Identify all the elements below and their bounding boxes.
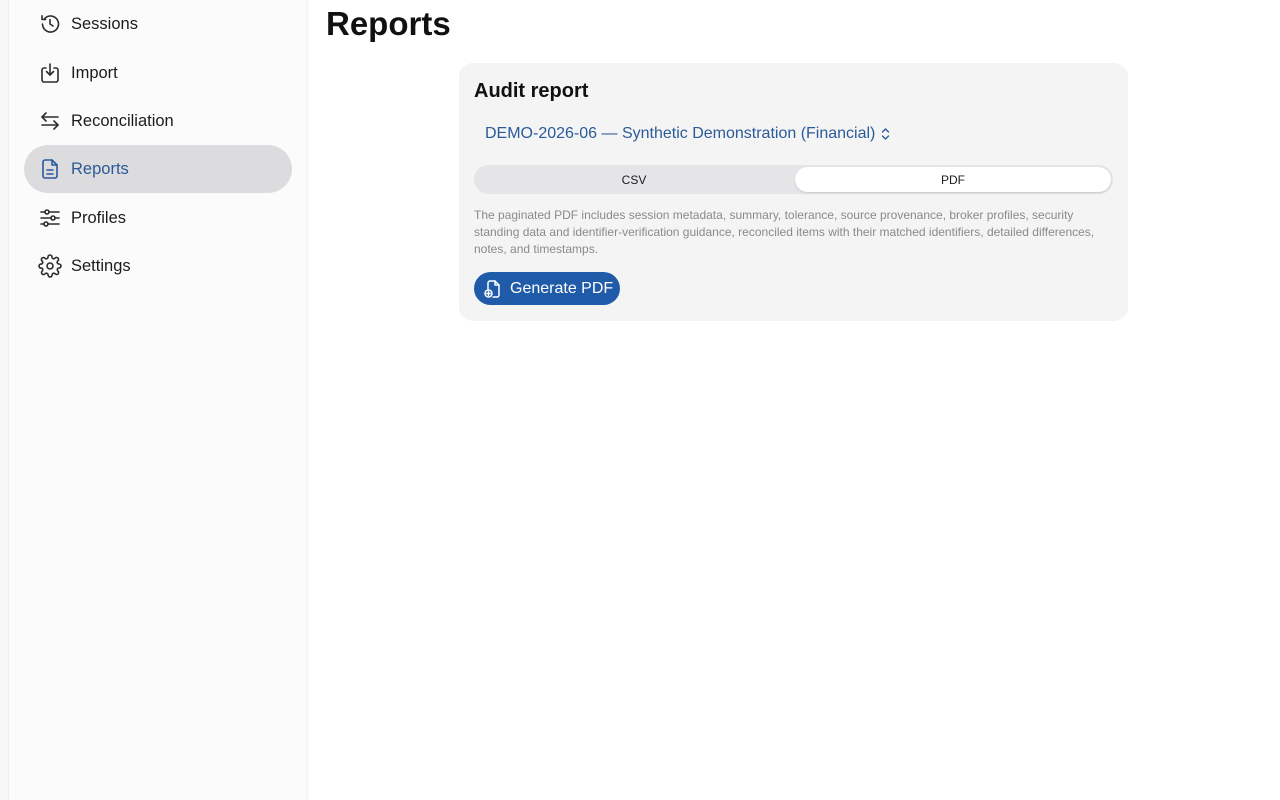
sidebar-item-import[interactable]: Import (24, 49, 292, 97)
format-option-pdf[interactable]: PDF (795, 167, 1111, 192)
sidebar-item-reconciliation[interactable]: Reconciliation (24, 97, 292, 145)
sidebar-item-label: Import (71, 64, 118, 82)
sidebar-item-label: Reconciliation (71, 112, 174, 130)
sidebar-item-label: Settings (71, 257, 131, 275)
sliders-icon (38, 206, 62, 230)
format-option-csv[interactable]: CSV (474, 165, 794, 194)
sidebar-item-reports[interactable]: Reports (24, 145, 292, 193)
document-icon (38, 157, 62, 181)
sidebar-divider (306, 0, 310, 800)
format-description: The paginated PDF includes session metad… (474, 208, 1095, 256)
audit-report-card: Audit report DEMO-2026-06 — Synthetic De… (459, 63, 1128, 321)
format-segmented-control: CSV PDF (474, 165, 1113, 194)
document-plus-icon (484, 280, 500, 298)
arrows-left-right-icon (38, 109, 62, 133)
sidebar-item-settings[interactable]: Settings (24, 242, 292, 290)
sidebar-item-sessions[interactable]: Sessions (24, 0, 292, 48)
chevron-up-down-icon (882, 128, 890, 140)
page-title: Reports (326, 5, 451, 42)
sidebar-item-label: Profiles (71, 209, 127, 227)
gear-icon (38, 254, 62, 278)
generate-pdf-label: Generate PDF (510, 280, 614, 297)
tray-download-icon (38, 61, 62, 85)
clock-history-icon (38, 12, 62, 36)
session-selector[interactable]: DEMO-2026-06 — Synthetic Demonstration (… (485, 124, 891, 144)
sidebar-item-label: Reports (71, 160, 129, 178)
sidebar-item-label: Sessions (71, 15, 138, 33)
generate-pdf-button[interactable]: Generate PDF (474, 272, 620, 305)
sidebar: Sessions Import Reconciliation Reports P… (0, 0, 310, 800)
sidebar-item-profiles[interactable]: Profiles (24, 194, 292, 242)
app-window: Sessions Import Reconciliation Reports P… (0, 0, 1280, 800)
session-selector-value: DEMO-2026-06 — Synthetic Demonstration (… (485, 125, 876, 142)
card-title: Audit report (474, 80, 589, 102)
